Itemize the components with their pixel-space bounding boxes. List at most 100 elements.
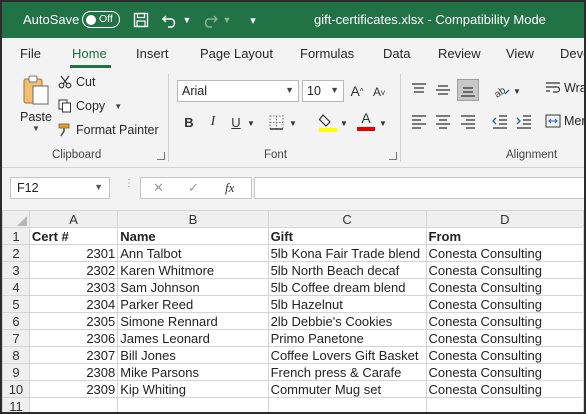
redo-icon[interactable] (200, 10, 220, 30)
formula-input[interactable] (254, 177, 584, 199)
insert-function-button[interactable]: fx (225, 180, 234, 196)
cell-name[interactable]: Simone Rennard (117, 312, 269, 330)
cell-cert[interactable] (28, 397, 119, 412)
cell-name[interactable] (117, 397, 269, 412)
row-header[interactable]: 10 (2, 380, 30, 398)
enter-icon[interactable]: ✓ (188, 180, 199, 196)
row-header[interactable]: 6 (2, 312, 30, 330)
fill-color-dropdown-icon[interactable]: ▼ (339, 114, 349, 132)
cell-cert[interactable]: 2308 (28, 363, 119, 381)
cell-from[interactable]: Conesta Consulting (425, 363, 584, 381)
merge-center-button[interactable]: Mer (545, 114, 584, 128)
tab-home[interactable]: Home (72, 46, 107, 61)
row-header[interactable]: 4 (2, 278, 30, 296)
row-header[interactable]: 2 (2, 244, 30, 262)
header-cell-gift[interactable]: Gift (267, 227, 427, 245)
cell-cert[interactable]: 2303 (28, 278, 119, 296)
cell-name[interactable]: James Leonard (117, 329, 269, 347)
header-cell-from[interactable]: From (425, 227, 584, 245)
cell-name[interactable]: Kip Whiting (117, 380, 269, 398)
cell-from[interactable]: Conesta Consulting (425, 244, 584, 262)
cancel-icon[interactable]: ✕ (153, 180, 164, 196)
cell-gift[interactable]: 5lb Coffee dream blend (267, 278, 427, 296)
orientation-dropdown-icon[interactable]: ▼ (512, 82, 522, 100)
select-all-corner[interactable] (2, 210, 30, 228)
tab-view[interactable]: View (506, 46, 534, 61)
top-align-icon[interactable] (408, 80, 430, 100)
cell-from[interactable]: Conesta Consulting (425, 380, 584, 398)
row-header[interactable]: 5 (2, 295, 30, 313)
cell-from[interactable]: Conesta Consulting (425, 295, 584, 313)
cell-cert[interactable]: 2305 (28, 312, 119, 330)
cell-from[interactable] (425, 397, 584, 412)
paste-button[interactable]: Paste ▼ (16, 74, 56, 136)
tab-review[interactable]: Review (438, 46, 481, 61)
cell-cert[interactable]: 2307 (28, 346, 119, 364)
autosave-toggle[interactable]: Off (82, 11, 120, 28)
grow-font-icon[interactable]: A ^ (348, 81, 366, 101)
increase-indent-icon[interactable] (513, 112, 535, 132)
cell-name[interactable]: Mike Parsons (117, 363, 269, 381)
column-header-c[interactable]: C (267, 210, 427, 228)
tab-data[interactable]: Data (383, 46, 410, 61)
cell-from[interactable]: Conesta Consulting (425, 278, 584, 296)
underline-dropdown-icon[interactable]: ▼ (246, 114, 256, 132)
orientation-icon[interactable]: ab (490, 80, 512, 100)
italic-button[interactable]: I (205, 113, 221, 131)
cell-name[interactable]: Bill Jones (117, 346, 269, 364)
shrink-font-icon[interactable]: Av (370, 82, 388, 102)
formula-bar-grip-icon[interactable]: ⋮ (124, 179, 134, 189)
tab-insert[interactable]: Insert (136, 46, 169, 61)
cell-gift[interactable]: 5lb North Beach decaf (267, 261, 427, 279)
row-header[interactable]: 1 (2, 227, 30, 245)
cell-cert[interactable]: 2304 (28, 295, 119, 313)
font-color-dropdown-icon[interactable]: ▼ (378, 114, 388, 132)
cell-from[interactable]: Conesta Consulting (425, 346, 584, 364)
cell-gift[interactable]: 5lb Hazelnut (267, 295, 427, 313)
decrease-indent-icon[interactable] (489, 112, 511, 132)
align-center-icon[interactable] (432, 112, 454, 132)
cell-name[interactable]: Sam Johnson (117, 278, 269, 296)
row-header[interactable]: 3 (2, 261, 30, 279)
save-icon[interactable] (131, 10, 151, 30)
cell-cert[interactable]: 2306 (28, 329, 119, 347)
cell-cert[interactable]: 2302 (28, 261, 119, 279)
cell-gift[interactable]: 2lb Debbie's Cookies (267, 312, 427, 330)
align-left-icon[interactable] (408, 112, 430, 132)
bold-button[interactable]: B (181, 113, 197, 131)
column-header-d[interactable]: D (425, 210, 584, 228)
column-header-a[interactable]: A (28, 210, 119, 228)
cell-gift[interactable]: 5lb Kona Fair Trade blend (267, 244, 427, 262)
borders-dropdown-icon[interactable]: ▼ (288, 114, 298, 132)
cell-gift[interactable]: Commuter Mug set (267, 380, 427, 398)
name-box[interactable]: F12 ▼ (10, 177, 110, 199)
underline-button[interactable]: U (228, 113, 244, 131)
column-header-b[interactable]: B (117, 210, 269, 228)
tab-formulas[interactable]: Formulas (300, 46, 354, 61)
clipboard-launcher-icon[interactable] (157, 152, 165, 160)
undo-dropdown-icon[interactable]: ▼ (182, 10, 192, 30)
bottom-align-icon[interactable] (457, 79, 479, 101)
fill-color-icon[interactable] (317, 111, 339, 133)
copy-button[interactable]: Copy ▼ (58, 99, 122, 113)
wrap-text-button[interactable]: Wra (545, 81, 584, 95)
font-size-combo[interactable]: 10 ▼ (302, 80, 344, 102)
format-painter-button[interactable]: Format Painter (58, 123, 159, 137)
cell-name[interactable]: Parker Reed (117, 295, 269, 313)
font-color-icon[interactable]: A (355, 110, 377, 132)
customize-toolbar-icon[interactable]: ▾ (246, 10, 260, 30)
cell-from[interactable]: Conesta Consulting (425, 329, 584, 347)
row-header[interactable]: 9 (2, 363, 30, 381)
row-header[interactable]: 11 (2, 397, 30, 412)
tab-developer[interactable]: Deve (560, 46, 584, 61)
cell-from[interactable]: Conesta Consulting (425, 261, 584, 279)
undo-icon[interactable] (160, 10, 180, 30)
cell-gift[interactable]: Primo Panetone (267, 329, 427, 347)
tab-file[interactable]: File (20, 46, 41, 61)
header-cell-cert[interactable]: Cert # (28, 227, 119, 245)
cell-name[interactable]: Ann Talbot (117, 244, 269, 262)
cell-gift[interactable]: Coffee Lovers Gift Basket (267, 346, 427, 364)
header-cell-name[interactable]: Name (117, 227, 269, 245)
font-launcher-icon[interactable] (389, 152, 397, 160)
redo-dropdown-icon[interactable]: ▼ (222, 10, 232, 30)
